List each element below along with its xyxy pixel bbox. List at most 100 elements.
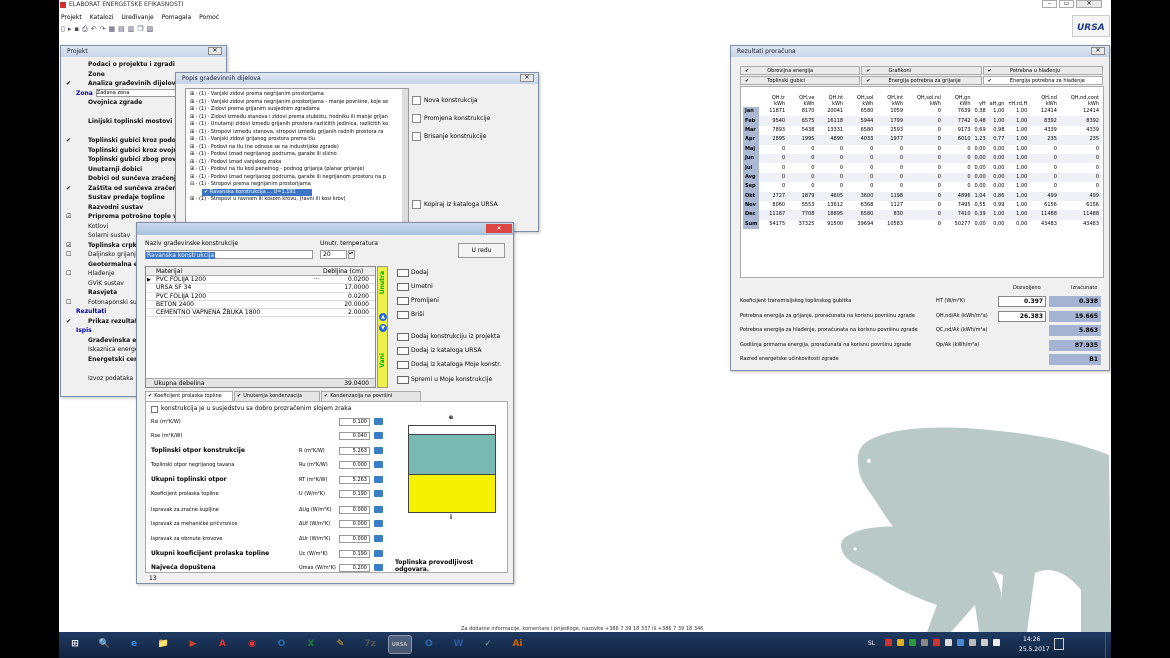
new-icon[interactable]: ▯	[61, 25, 68, 33]
layer-action[interactable]: Briši	[397, 309, 424, 320]
construction-group[interactable]: ⊞ · (1) · Zidovi između stanova i zidovi…	[188, 114, 398, 122]
chrome-icon[interactable]: ◉	[240, 635, 264, 654]
layer-row[interactable]: PVC FOLIJA 1200 0.0200	[146, 293, 375, 301]
search-icon[interactable]: 🔍	[93, 635, 117, 654]
tray-signal-icon[interactable]	[969, 639, 976, 646]
menu-item[interactable]: Pomoć	[199, 14, 219, 21]
report-icon[interactable]: ▥	[128, 25, 138, 33]
calc-edit-icon[interactable]	[374, 506, 383, 513]
tray-network-icon[interactable]	[921, 639, 928, 646]
construction-group[interactable]: ⊞ · (1) · Vanjski zidovi grijanog prosto…	[188, 136, 398, 144]
selected-construction[interactable]: ✔ Ravanska konstrukcija ... U=1.191	[202, 188, 312, 196]
tray-app-icon[interactable]	[933, 639, 940, 646]
rezultati-tab[interactable]: ✔ Grafikoni	[861, 66, 982, 75]
undo-icon[interactable]: ↶	[91, 25, 100, 33]
media-icon[interactable]: ▶	[181, 635, 205, 654]
konstrukcija-tab[interactable]: ✔ Unutarnja kondenzacija	[234, 391, 320, 401]
construction-group[interactable]: ⊞ · (1) · Stropovi u ravnom ili kosom kr…	[188, 196, 398, 204]
popis-button[interactable]: Promjena konstrukcije	[412, 113, 490, 125]
check-icon[interactable]: ✓	[476, 635, 500, 654]
construction-group[interactable]: ⊞ · (1) · Podovi na tlu (ne odnose se na…	[188, 144, 398, 152]
outlook-icon-2[interactable]: O	[417, 635, 441, 654]
konstrukcija-close-button[interactable]: ✕	[486, 224, 512, 233]
show-desktop-button[interactable]	[1105, 632, 1111, 658]
ok-button[interactable]: U redu	[458, 243, 505, 258]
explorer-icon[interactable]: 📁	[152, 635, 176, 654]
grid-icon[interactable]: ▤	[118, 25, 128, 33]
temp-spinner[interactable]: ▴▾	[348, 250, 355, 259]
zrak-checkbox[interactable]	[151, 406, 158, 413]
notifications-icon[interactable]	[1054, 638, 1064, 650]
calc-edit-icon[interactable]	[374, 535, 383, 542]
calc-edit-icon[interactable]	[374, 418, 383, 425]
start-icon[interactable]: ⊞	[63, 635, 87, 654]
7zip-icon[interactable]: 7z	[358, 635, 382, 654]
popis-scrollbar[interactable]	[402, 89, 408, 227]
tray-security-icon[interactable]	[909, 639, 916, 646]
tray-chat-icon[interactable]	[945, 639, 952, 646]
calc-edit-icon[interactable]	[374, 550, 383, 557]
projekt-close-button[interactable]: ✕	[208, 47, 222, 55]
calc-edit-icon[interactable]	[374, 461, 383, 468]
construction-group[interactable]: ⊞ · (1) · Unutarnji zidovi između grijan…	[188, 121, 398, 129]
layer-action[interactable]: Dodaj iz kataloga Moje konstr.	[397, 359, 501, 370]
rezultati-tab[interactable]: ✔ Energija potrebna za hlađenje	[982, 76, 1103, 85]
layer-row[interactable]: BETON 2400 20.0000	[146, 301, 375, 310]
tray-flag-icon[interactable]	[885, 639, 892, 646]
konstrukcija-tab[interactable]: ✔ Kondenzacija na površini	[321, 391, 421, 401]
layer-action[interactable]: Umetni	[397, 281, 433, 292]
window-icon[interactable]: ❐	[137, 25, 146, 33]
construction-group[interactable]: ⊞ · (1) · Podovi iznad negrijanog podrum…	[188, 151, 398, 159]
popis-close-button[interactable]: ✕	[520, 74, 534, 82]
calc-edit-icon[interactable]	[374, 476, 383, 483]
close-button[interactable]: ✕	[1076, 0, 1102, 8]
layer-more[interactable]: ···	[314, 276, 320, 284]
outlook-icon[interactable]: O	[270, 635, 294, 654]
construction-group[interactable]: ⊞ · (1) · Zidovi prema grijanim susjedni…	[188, 106, 398, 114]
layer-action[interactable]: Promijeni	[397, 295, 439, 306]
tray-battery-icon[interactable]	[993, 639, 1000, 646]
tray-cloud-icon[interactable]	[957, 639, 964, 646]
rezultati-tab[interactable]: ✔ Obrovijna energija	[740, 66, 861, 75]
construction-group[interactable]: ⊞ · (1) · Vanjski zidovi prema negrijani…	[188, 99, 398, 107]
menu-item[interactable]: Projekt	[61, 14, 82, 21]
calc-edit-icon[interactable]	[374, 490, 383, 497]
menu-item[interactable]: Pomagala	[162, 14, 191, 21]
layer-action[interactable]: Dodaj	[397, 267, 428, 278]
projekt-item[interactable]: Podaci o projektu i zgradi	[64, 60, 226, 70]
edge-icon[interactable]: e	[122, 635, 146, 654]
menu-item[interactable]: Uređivanje	[121, 14, 153, 21]
layer-row[interactable]: ▶ PVC FOLIJA 1200 ··· 0.0200	[146, 276, 375, 285]
rezultati-tab[interactable]: ✔ Potrebna u hlađenju	[982, 66, 1103, 75]
construction-group[interactable]: ⊟ · (1) · Stropovi prema negrijanim pros…	[188, 181, 398, 189]
clock-date[interactable]: 25.5.2017	[1019, 646, 1050, 653]
calc-edit-icon[interactable]	[374, 432, 383, 439]
construction-group[interactable]: ⊞ · (1) · Podovi na tlu kod panelnog - p…	[188, 166, 398, 174]
menu-item[interactable]: Katalozi	[90, 14, 114, 21]
layer-row[interactable]: CEMENTNO VAPNENA ŽBUKA 1800 2.0000	[146, 309, 375, 318]
ursa-app-icon[interactable]: URSA	[387, 635, 412, 654]
tray-volume-icon[interactable]	[981, 639, 988, 646]
layer-action[interactable]: Spremi u Moje konstrukcije	[397, 374, 492, 385]
calc-edit-icon[interactable]	[374, 447, 383, 454]
excel-icon[interactable]: X	[299, 635, 323, 654]
construction-group[interactable]: ⊞ · (1) · Vanjski zidovi prema negrijani…	[188, 91, 398, 99]
illustrator-icon[interactable]: Ai	[506, 635, 530, 654]
zona-select[interactable]: Zadana zona	[95, 89, 186, 97]
pdf-icon[interactable]: A	[211, 635, 235, 654]
print-icon[interactable]: ⎙	[82, 25, 91, 33]
popis-button[interactable]: Nova konstrukcija	[412, 95, 478, 107]
notes-icon[interactable]: ✎	[329, 635, 353, 654]
rezultati-close-button[interactable]: ✕	[1091, 47, 1105, 55]
calc-edit-icon[interactable]	[374, 564, 383, 571]
temp-input[interactable]: 20	[320, 250, 347, 259]
konstrukcija-tab[interactable]: ✔ Koeficijent prolaska topline	[145, 391, 233, 401]
minimize-button[interactable]: –	[1042, 0, 1057, 8]
save-icon[interactable]: ▪	[74, 25, 82, 33]
move-down-icon[interactable]: ▼	[379, 324, 387, 332]
calc-edit-icon[interactable]	[374, 520, 383, 527]
construction-group[interactable]: ⊞ · (1) · Podovi iznad negrijanog podrum…	[188, 174, 398, 182]
popis-button[interactable]: Brisanje konstrukcije	[412, 131, 486, 143]
tray-shield-icon[interactable]	[897, 639, 904, 646]
construction-group[interactable]: ⊞ · (1) · Podovi iznad vanjskog zraka	[188, 159, 398, 167]
